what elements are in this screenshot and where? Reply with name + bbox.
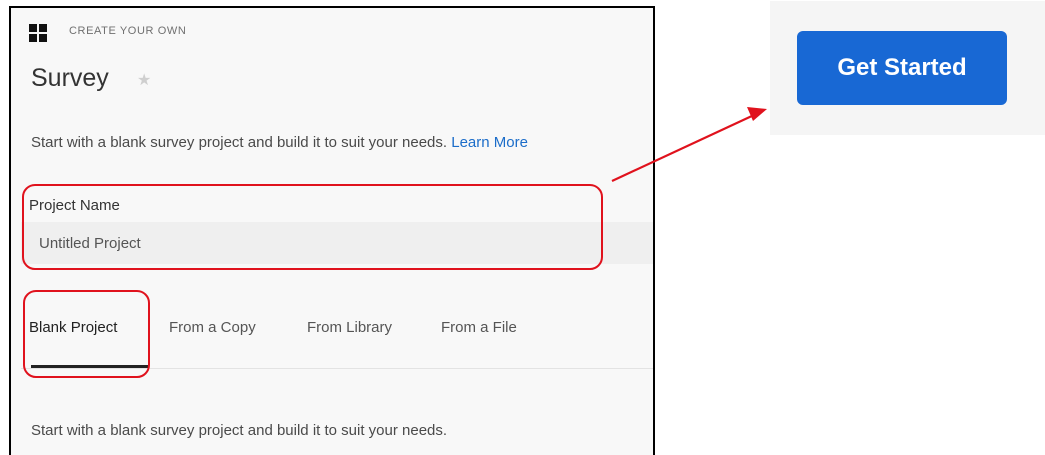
selected-tab-indicator — [31, 365, 149, 368]
arrow-head — [747, 107, 767, 121]
learn-more-link[interactable]: Learn More — [451, 134, 528, 151]
tab-blank-project[interactable]: Blank Project — [29, 319, 117, 336]
description-text: Start with a blank survey project and bu… — [31, 134, 448, 151]
tab-from-a-copy[interactable]: From a Copy — [169, 319, 256, 336]
tab-from-a-file[interactable]: From a File — [441, 319, 517, 336]
page-title: Survey — [31, 64, 109, 92]
project-name-input[interactable] — [21, 222, 653, 264]
category-label: CREATE YOUR OWN — [69, 25, 187, 37]
action-panel: Get Started — [770, 1, 1045, 135]
get-started-button[interactable]: Get Started — [797, 31, 1007, 105]
project-description: Start with a blank survey project and bu… — [31, 134, 528, 151]
create-project-panel: CREATE YOUR OWN Survey ★ Start with a bl… — [9, 6, 655, 455]
star-icon[interactable]: ★ — [137, 70, 151, 90]
qualtrics-logo-icon — [29, 24, 47, 42]
tab-content-description: Start with a blank survey project and bu… — [31, 422, 448, 439]
project-source-tabs: Blank Project From a Copy From Library F… — [21, 308, 653, 369]
screenshot-stage: CREATE YOUR OWN Survey ★ Start with a bl… — [0, 0, 1045, 455]
tab-from-library[interactable]: From Library — [307, 319, 392, 336]
project-name-label: Project Name — [29, 197, 120, 214]
